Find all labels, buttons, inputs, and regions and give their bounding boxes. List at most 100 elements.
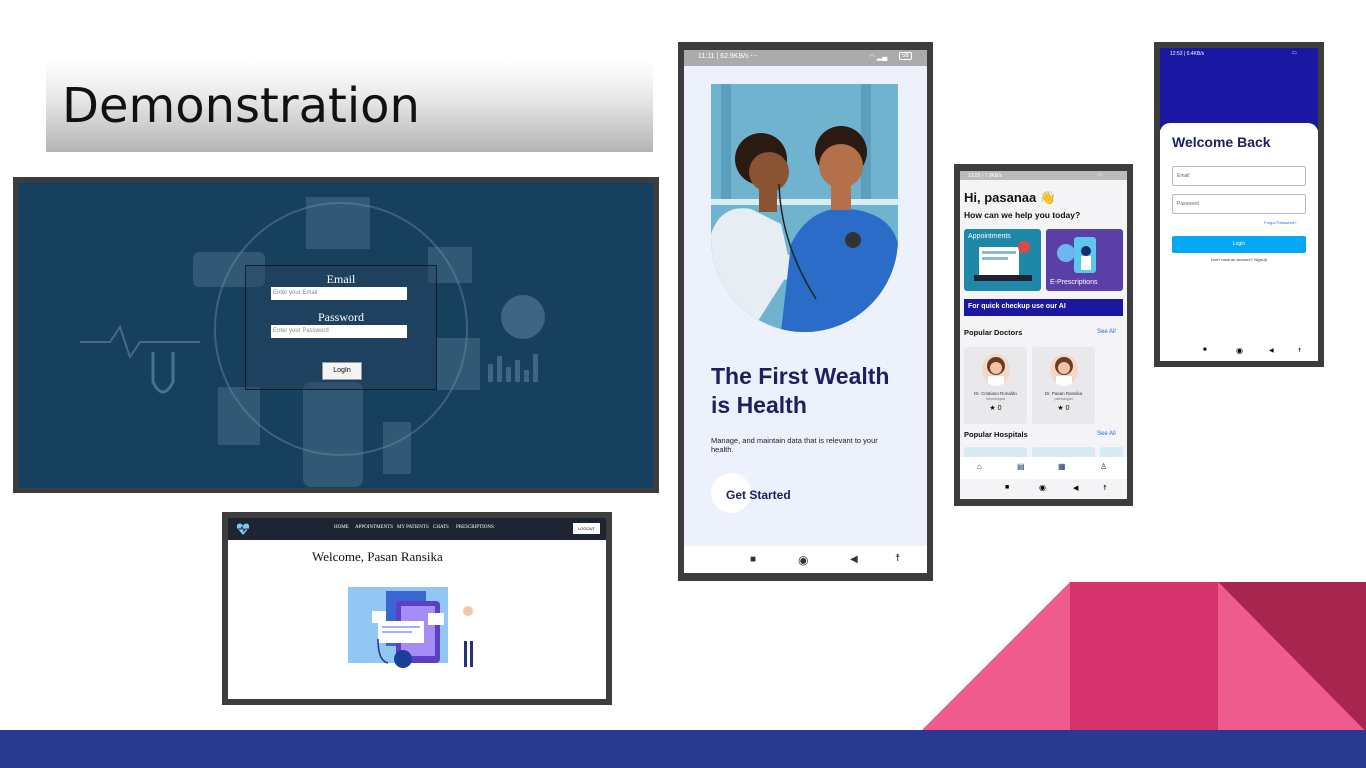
onboarding-body: The First Wealth is Health Manage, and m… bbox=[684, 66, 927, 546]
doctor-rating: ★ 0 bbox=[1032, 404, 1095, 412]
star-icon: ★ bbox=[989, 405, 996, 412]
doctor-name: Dr. Cristiano Ronaldo bbox=[974, 391, 1017, 396]
recents-icon[interactable]: ■ bbox=[750, 554, 756, 565]
android-nav-bar: ■ ◉ ◀ ☨ bbox=[1160, 344, 1318, 361]
nav-appointments[interactable]: APPOINTMENTS bbox=[355, 525, 393, 530]
wifi-signal-icon: ◠ ▂▄ bbox=[869, 54, 888, 61]
decorative-triangles bbox=[920, 582, 1366, 732]
doctor-avatar bbox=[1050, 354, 1078, 386]
ai-banner-text: For quick checkup use our AI bbox=[968, 303, 1066, 310]
top-navbar: HOME APPOINTMENTS MY PATIENTS CHATS PRES… bbox=[228, 518, 606, 540]
login-title: Welcome Back bbox=[1172, 134, 1271, 150]
onboarding-phone: 11:11 | 62.9KB/s ⋯ ◠ ▂▄ 56 The First Wea… bbox=[678, 42, 933, 581]
hospital-icon bbox=[306, 197, 370, 249]
hospital-card[interactable] bbox=[1100, 447, 1123, 457]
web-login-screen: Email Enter your Email Password Enter yo… bbox=[18, 182, 654, 488]
login-phone: 12:53 | 0.4KB/s ▭ Welcome Back Email Pas… bbox=[1154, 42, 1324, 367]
appointments-card[interactable]: Appointments bbox=[964, 229, 1041, 291]
doctor-card[interactable]: Dr. Pasan Ransika pathologist ★ 0 bbox=[1032, 347, 1095, 424]
email-input[interactable]: Enter your Email bbox=[271, 287, 407, 300]
doctors-see-all[interactable]: See All bbox=[1097, 329, 1116, 335]
back-icon[interactable]: ◀ bbox=[1073, 484, 1078, 492]
onboarding-screen: 11:11 | 62.9KB/s ⋯ ◠ ▂▄ 56 The First Wea… bbox=[684, 50, 927, 573]
bar-chart-icon bbox=[488, 352, 578, 382]
login-button[interactable]: LogIn bbox=[322, 362, 362, 380]
hospital-card[interactable] bbox=[964, 447, 1027, 457]
header-background bbox=[1160, 48, 1318, 130]
doctor-card[interactable]: Dr. Cristiano Ronaldo Neurologist ★ 0 bbox=[964, 347, 1027, 424]
android-nav-bar: ■ ◉ ◀ ☨ bbox=[684, 546, 927, 573]
nav-chats[interactable]: CHATS bbox=[433, 525, 449, 530]
battery-icon: ▭ bbox=[1292, 50, 1297, 56]
star-icon: ★ bbox=[1057, 405, 1064, 412]
profile-icon[interactable]: ♙ bbox=[1100, 462, 1107, 471]
heart-pulse-icon[interactable] bbox=[236, 522, 250, 536]
logout-button[interactable]: LOGOUT bbox=[573, 523, 600, 534]
bottom-bar bbox=[0, 730, 1366, 768]
phone-hand-icon bbox=[303, 382, 363, 487]
accessibility-icon[interactable]: ☨ bbox=[895, 553, 900, 564]
status-time: 11:11 | 62.9KB/s bbox=[698, 53, 749, 60]
email-input[interactable]: Email bbox=[1172, 166, 1306, 186]
doctor-avatar bbox=[982, 354, 1010, 386]
healthcare-illustration bbox=[348, 581, 490, 671]
hospitals-see-all[interactable]: See All bbox=[1097, 431, 1116, 437]
prescriptions-card[interactable]: E-Prescriptions bbox=[1046, 229, 1123, 291]
rating-value: 0 bbox=[1065, 405, 1070, 412]
ai-checkup-banner[interactable]: For quick checkup use our AI bbox=[964, 299, 1123, 316]
status-overflow-icon: ⋯ bbox=[750, 51, 758, 60]
doctor-name: Dr. Pasan Ransika bbox=[1044, 391, 1083, 396]
web-dashboard-screen: HOME APPOINTMENTS MY PATIENTS CHATS PRES… bbox=[228, 518, 606, 699]
accessibility-icon[interactable]: ☨ bbox=[1103, 484, 1107, 492]
nav-my-patients[interactable]: MY PATIENTS bbox=[397, 525, 429, 530]
login-screen: 12:53 | 0.4KB/s ▭ Welcome Back Email Pas… bbox=[1160, 48, 1318, 361]
rating-value: 0 bbox=[997, 405, 1002, 412]
help-subheading: How can we help you today? bbox=[964, 210, 1081, 220]
popular-hospitals-heading: Popular Hospitals bbox=[964, 430, 1028, 439]
status-bar: 11:11 | 62.9KB/s ⋯ ◠ ▂▄ 56 bbox=[684, 50, 927, 66]
accessibility-icon[interactable]: ☨ bbox=[1298, 347, 1301, 354]
pie-chart-icon bbox=[501, 295, 545, 339]
status-time: 12:53 | 0.4KB/s bbox=[1170, 51, 1205, 57]
doctor-specialty: pathologist bbox=[1054, 397, 1073, 401]
back-icon[interactable]: ◀ bbox=[1269, 347, 1274, 354]
web-login-screenshot: Email Enter your Email Password Enter yo… bbox=[13, 177, 659, 493]
home-button-icon[interactable]: ◉ bbox=[798, 553, 808, 567]
status-bar: 12:53 | 0.4KB/s ▭ bbox=[1160, 48, 1318, 58]
login-form: Email Enter your Email Password Enter yo… bbox=[245, 265, 437, 390]
password-input[interactable]: Password bbox=[1172, 194, 1306, 214]
greeting: Hi, pasanaa 👋 bbox=[964, 190, 1057, 205]
home-icon[interactable]: ⌂ bbox=[977, 462, 982, 471]
android-nav-bar: ■ ◉ ◀ ☨ bbox=[960, 479, 1127, 499]
home-phone: 12:55 | 7.9KB/s ▭ Hi, pasanaa 👋 How can … bbox=[954, 164, 1133, 506]
onboarding-heading: The First Wealth is Health bbox=[711, 363, 890, 418]
onboarding-description: Manage, and maintain data that is releva… bbox=[711, 436, 878, 454]
email-label: Email bbox=[326, 272, 356, 286]
forgot-password-link[interactable]: Forgot Password? bbox=[1264, 220, 1296, 225]
login-button[interactable]: Login bbox=[1172, 236, 1306, 253]
home-screen: 12:55 | 7.9KB/s ▭ Hi, pasanaa 👋 How can … bbox=[960, 171, 1127, 499]
popular-doctors-heading: Popular Doctors bbox=[964, 328, 1023, 337]
nav-home[interactable]: HOME bbox=[334, 525, 349, 530]
chat-icon[interactable]: ▤ bbox=[1017, 462, 1025, 471]
welcome-heading: Welcome, Pasan Ransika bbox=[312, 549, 443, 564]
clipboard-icon bbox=[218, 387, 260, 445]
signup-prompt[interactable]: Don't have an account? SignUp bbox=[1160, 257, 1318, 262]
home-button-icon[interactable]: ◉ bbox=[1236, 346, 1243, 355]
id-card-icon bbox=[436, 338, 480, 390]
back-icon[interactable]: ◀ bbox=[850, 554, 858, 565]
hospital-card[interactable] bbox=[1032, 447, 1095, 457]
pill-bottle-icon bbox=[383, 422, 411, 474]
nav-prescriptions[interactable]: PRESCRIPTIONS bbox=[456, 525, 494, 530]
prescriptions-label: E-Prescriptions bbox=[1050, 279, 1098, 286]
doctor-specialty: Neurologist bbox=[985, 397, 1006, 401]
status-bar: 12:55 | 7.9KB/s ▭ bbox=[960, 171, 1127, 180]
get-started-button[interactable]: Get Started bbox=[726, 488, 791, 502]
doctor-patient-illustration bbox=[711, 84, 898, 332]
home-button-icon[interactable]: ◉ bbox=[1039, 483, 1046, 492]
recents-icon[interactable]: ■ bbox=[1005, 484, 1009, 491]
recents-icon[interactable]: ■ bbox=[1203, 347, 1207, 353]
stethoscope-icon bbox=[148, 352, 178, 412]
calendar-icon[interactable]: ▦ bbox=[1058, 462, 1066, 471]
password-input[interactable]: Enter your Password bbox=[271, 325, 407, 338]
